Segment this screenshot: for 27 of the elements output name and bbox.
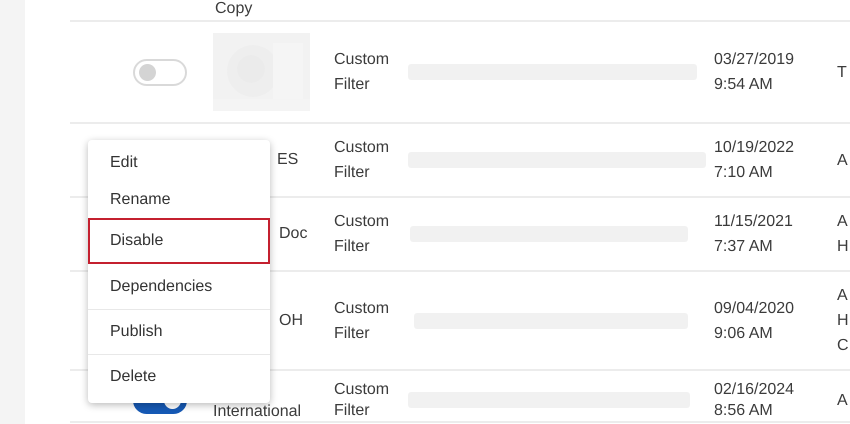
toggle-switch[interactable] (133, 58, 187, 86)
name-text: Copy (215, 1, 252, 17)
type-text: Custom Filter (334, 298, 390, 344)
type-text: Custom Filter (334, 380, 390, 421)
cell-text: A H C (837, 286, 849, 356)
date-text: 09/04/2020 9:06 AM (714, 298, 794, 344)
cell-text: A H (837, 212, 849, 257)
cell-text: T (837, 62, 847, 82)
menu-item[interactable]: Rename (88, 181, 270, 218)
menu-item[interactable]: Dependencies (88, 264, 270, 309)
cell-text: A (837, 150, 848, 170)
menu-item[interactable]: Edit (88, 144, 270, 181)
type-text: Custom Filter (334, 138, 390, 183)
date-text: 11/15/2021 7:37 AM (714, 212, 793, 257)
name-text: International (213, 403, 302, 421)
name-text: OH (278, 312, 303, 330)
name-text: Doc (278, 225, 308, 243)
menu-item[interactable]: Disable (88, 218, 270, 264)
date-text: 02/16/2024 8:56 AM (714, 380, 794, 421)
name-text: ES (276, 151, 298, 169)
type-text: Custom Filter (334, 50, 390, 95)
menu-item[interactable]: Publish (88, 309, 270, 354)
date-text: 03/27/2019 9:54 AM (714, 50, 794, 95)
date-text: 10/19/2022 7:10 AM (714, 138, 794, 183)
type-text: Custom Filter (334, 212, 390, 257)
menu-item[interactable]: Delete (88, 354, 270, 399)
cell-text: A (837, 390, 848, 410)
